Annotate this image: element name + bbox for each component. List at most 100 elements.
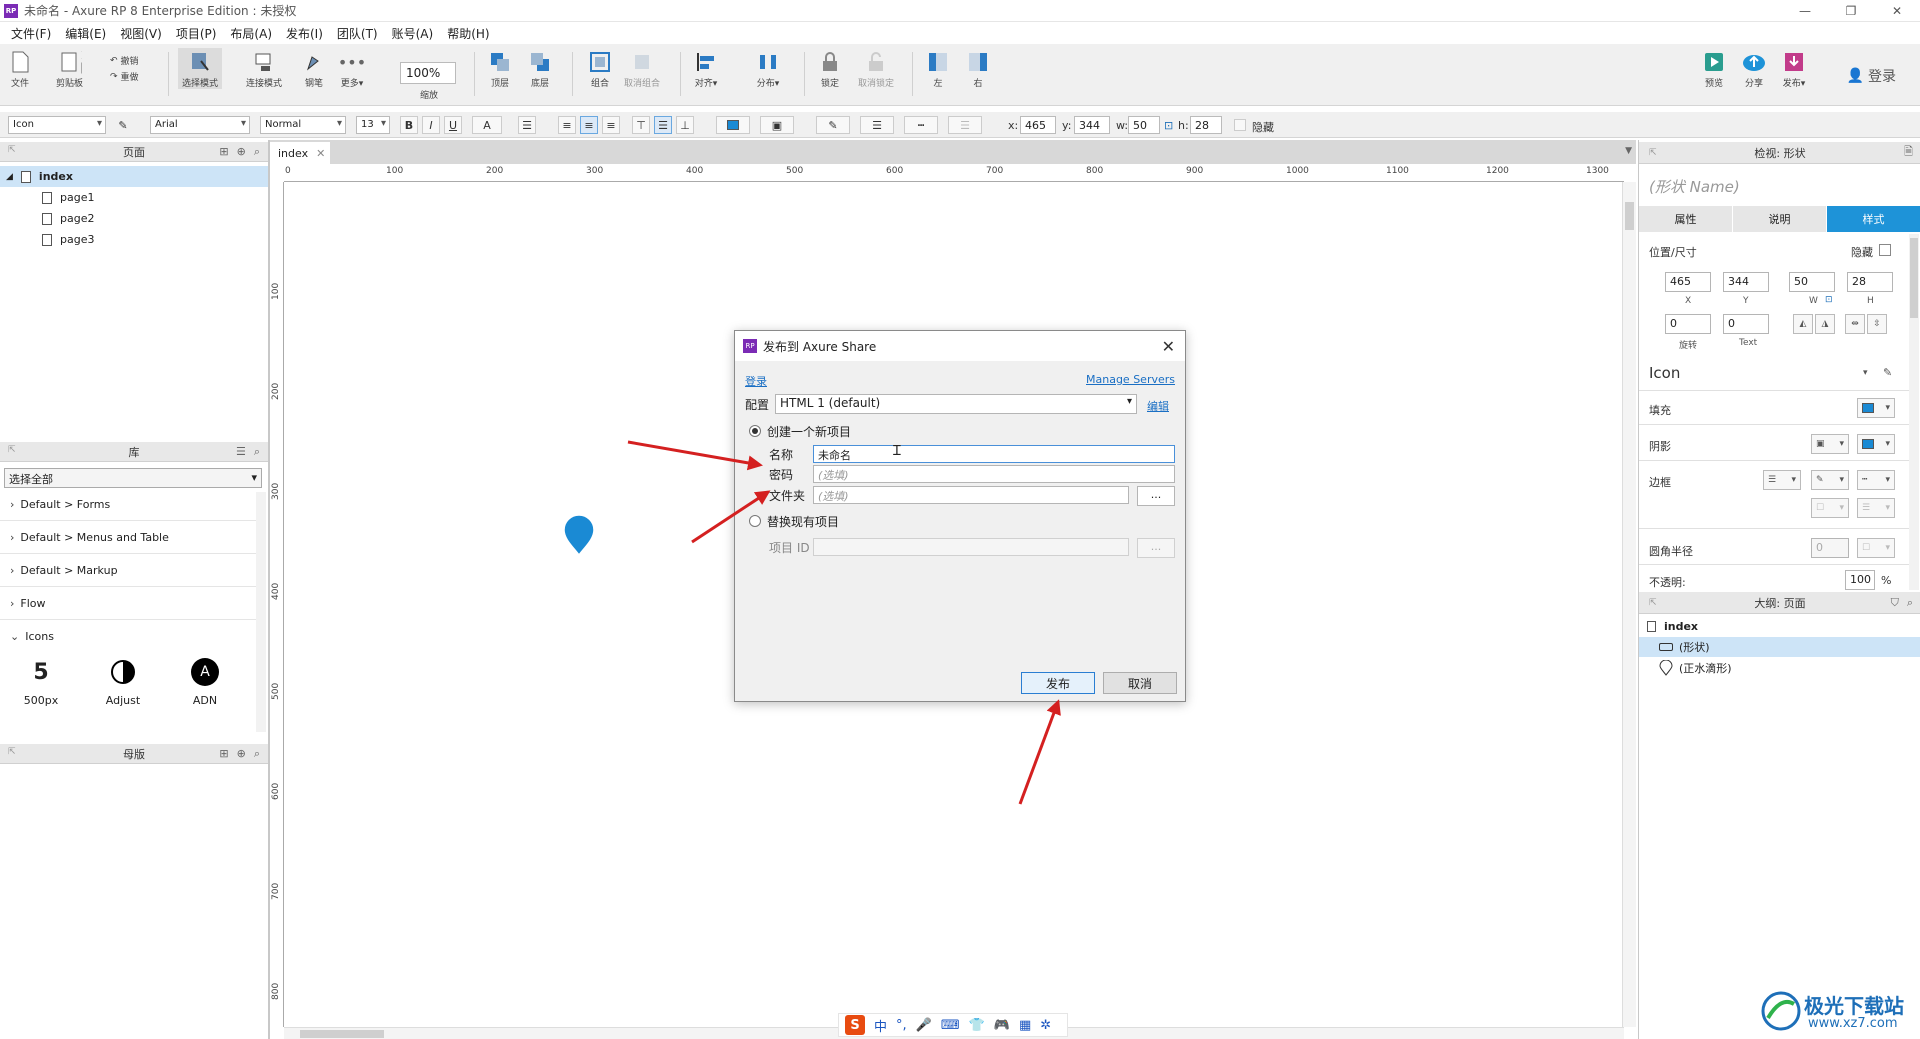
tab-menu-icon[interactable]: ▼ xyxy=(1625,146,1632,156)
zoom-select[interactable]: 100% xyxy=(400,62,456,84)
search-icon[interactable]: ⌕ xyxy=(254,145,260,159)
align-top-icon[interactable]: ⊤ xyxy=(632,116,650,134)
edit-config-link[interactable]: 编辑 xyxy=(1147,398,1169,414)
search-icon[interactable]: ⌕ xyxy=(254,747,260,761)
minimize-icon[interactable]: — xyxy=(1782,0,1828,22)
x-input[interactable]: 465 xyxy=(1665,272,1711,292)
menu-publish[interactable]: 发布(I) xyxy=(279,25,330,42)
x-input[interactable]: 465 xyxy=(1020,116,1056,134)
password-input[interactable]: (选填) xyxy=(813,465,1175,483)
share-button[interactable]: 分享 xyxy=(1742,48,1766,89)
line-pattern-button[interactable]: ┅ xyxy=(904,116,938,134)
menu-account[interactable]: 账号(A) xyxy=(385,25,441,42)
tab-index[interactable]: index ✕ xyxy=(270,142,330,164)
folder-browse-button[interactable]: ... xyxy=(1137,486,1175,506)
aspect-lock-icon[interactable]: ⊡ xyxy=(1825,295,1833,305)
pin-icon[interactable]: ⇱ xyxy=(8,747,16,757)
project-id-input[interactable] xyxy=(813,538,1129,556)
create-new-radio[interactable] xyxy=(749,425,761,437)
sogou-logo-icon[interactable]: S xyxy=(845,1015,865,1035)
menu-icon[interactable]: ☰ xyxy=(236,445,246,459)
fill-color-button[interactable] xyxy=(716,116,750,134)
library-group-flow[interactable]: › Flow xyxy=(0,587,256,620)
bring-to-front-button[interactable]: 顶层 xyxy=(488,48,512,89)
pin-icon[interactable]: ⇱ xyxy=(1649,598,1657,608)
file-button[interactable]: 文件 xyxy=(8,48,32,89)
page-item-page1[interactable]: page1 xyxy=(0,187,268,208)
italic-button[interactable]: I xyxy=(422,116,440,134)
ime-chinese-mode[interactable]: 中 xyxy=(874,1016,887,1035)
flip-horizontal-icon[interactable]: ◮ xyxy=(1815,314,1835,334)
notes-icon[interactable]: 🗎 xyxy=(1904,143,1913,162)
library-group-forms[interactable]: › Default > Forms xyxy=(0,488,256,521)
close-tab-icon[interactable]: ✕ xyxy=(316,147,325,160)
style-edit-icon[interactable]: ✎ xyxy=(1883,366,1892,379)
page-item-index[interactable]: ◢ index xyxy=(0,166,268,187)
fit-height-icon[interactable]: ⇳ xyxy=(1867,314,1887,334)
opacity-input[interactable]: 100 xyxy=(1845,570,1875,590)
name-input[interactable]: 未命名 xyxy=(813,445,1175,463)
arrow-end-picker[interactable]: ☰ ▾ xyxy=(1857,498,1895,518)
tab-properties[interactable]: 属性 xyxy=(1639,206,1733,232)
text-rotation-input[interactable]: 0 xyxy=(1723,314,1769,334)
close-window-icon[interactable]: ✕ xyxy=(1874,0,1920,22)
arrow-style-button[interactable]: ☰ xyxy=(948,116,982,134)
library-icon-adn[interactable]: A ADN xyxy=(170,658,240,707)
publish-button[interactable]: 发布▾ xyxy=(1782,48,1806,89)
font-size-select[interactable]: 13 xyxy=(356,116,390,134)
redo-button[interactable]: ↷ 重做 xyxy=(110,70,139,84)
inspector-scrollbar[interactable] xyxy=(1909,234,1919,590)
fill-color-picker[interactable]: ▾ xyxy=(1857,398,1895,418)
bullet-list-icon[interactable]: ☰ xyxy=(518,116,536,134)
hidden-checkbox[interactable] xyxy=(1234,119,1246,131)
menu-file[interactable]: 文件(F) xyxy=(4,25,58,42)
ime-apps-icon[interactable]: ▦ xyxy=(1019,1018,1031,1033)
shadow-button[interactable]: ▣ xyxy=(760,116,794,134)
font-family-select[interactable]: Arial xyxy=(150,116,250,134)
border-pattern-picker[interactable]: ┅ ▾ xyxy=(1857,470,1895,490)
ime-skin-icon[interactable]: 👕 xyxy=(969,1018,985,1033)
more-button[interactable]: ••• 更多▾ xyxy=(338,48,366,90)
pin-icon[interactable]: ⇱ xyxy=(8,145,16,155)
close-icon[interactable]: ✕ xyxy=(1162,337,1175,356)
h-input[interactable]: 28 xyxy=(1190,116,1222,134)
menu-view[interactable]: 视图(V) xyxy=(113,25,169,42)
menu-arrange[interactable]: 布局(A) xyxy=(223,25,279,42)
ungroup-button[interactable]: 取消组合 xyxy=(624,48,660,89)
outer-shadow-picker[interactable]: ▣ ▾ xyxy=(1811,434,1849,454)
library-select[interactable]: 选择全部 ▾ xyxy=(4,468,262,488)
y-input[interactable]: 344 xyxy=(1723,272,1769,292)
outline-root[interactable]: index xyxy=(1639,616,1920,636)
unlock-button[interactable]: 取消锁定 xyxy=(858,48,894,89)
align-middle-icon[interactable]: ☰ xyxy=(654,116,672,134)
preview-button[interactable]: 预览 xyxy=(1702,48,1726,89)
menu-project[interactable]: 项目(P) xyxy=(169,25,224,42)
distribute-button[interactable]: 分布▾ xyxy=(756,48,780,89)
rotation-input[interactable]: 0 xyxy=(1665,314,1711,334)
collapse-icon[interactable]: ◢ xyxy=(6,172,13,182)
vertical-scrollbar[interactable] xyxy=(1622,182,1636,1027)
outline-item-drop[interactable]: (正水滴形) xyxy=(1639,658,1920,678)
menu-team[interactable]: 团队(T) xyxy=(330,25,385,42)
style-edit-icon[interactable]: ✎ xyxy=(114,116,132,134)
right-panel-toggle[interactable]: 右 xyxy=(966,48,990,89)
page-item-page2[interactable]: page2 xyxy=(0,208,268,229)
left-panel-toggle[interactable]: 左 xyxy=(926,48,950,89)
filter-icon[interactable]: ⛉ xyxy=(1891,596,1899,610)
line-color-button[interactable]: ✎ xyxy=(816,116,850,134)
ime-settings-icon[interactable]: ✲ xyxy=(1040,1018,1051,1033)
maximize-icon[interactable]: ❐ xyxy=(1828,0,1874,22)
group-button[interactable]: 组合 xyxy=(588,48,612,89)
menu-edit[interactable]: 编辑(E) xyxy=(58,25,113,42)
login-button[interactable]: 👤 登录 xyxy=(1847,66,1896,86)
library-group-icons[interactable]: ⌄ Icons xyxy=(0,620,256,653)
w-input[interactable]: 50 xyxy=(1128,116,1160,134)
search-icon[interactable]: ⌕ xyxy=(1907,596,1913,610)
add-master-icon[interactable]: ⊞ xyxy=(219,747,228,761)
arrow-start-picker[interactable]: ☐ ▾ xyxy=(1811,498,1849,518)
chevron-down-icon[interactable]: ▾ xyxy=(1863,368,1868,378)
ime-keyboard-icon[interactable]: ⌨ xyxy=(941,1018,960,1033)
search-icon[interactable]: ⌕ xyxy=(254,445,260,459)
library-scrollbar[interactable] xyxy=(256,492,266,732)
add-page-icon[interactable]: ⊞ xyxy=(219,145,228,159)
